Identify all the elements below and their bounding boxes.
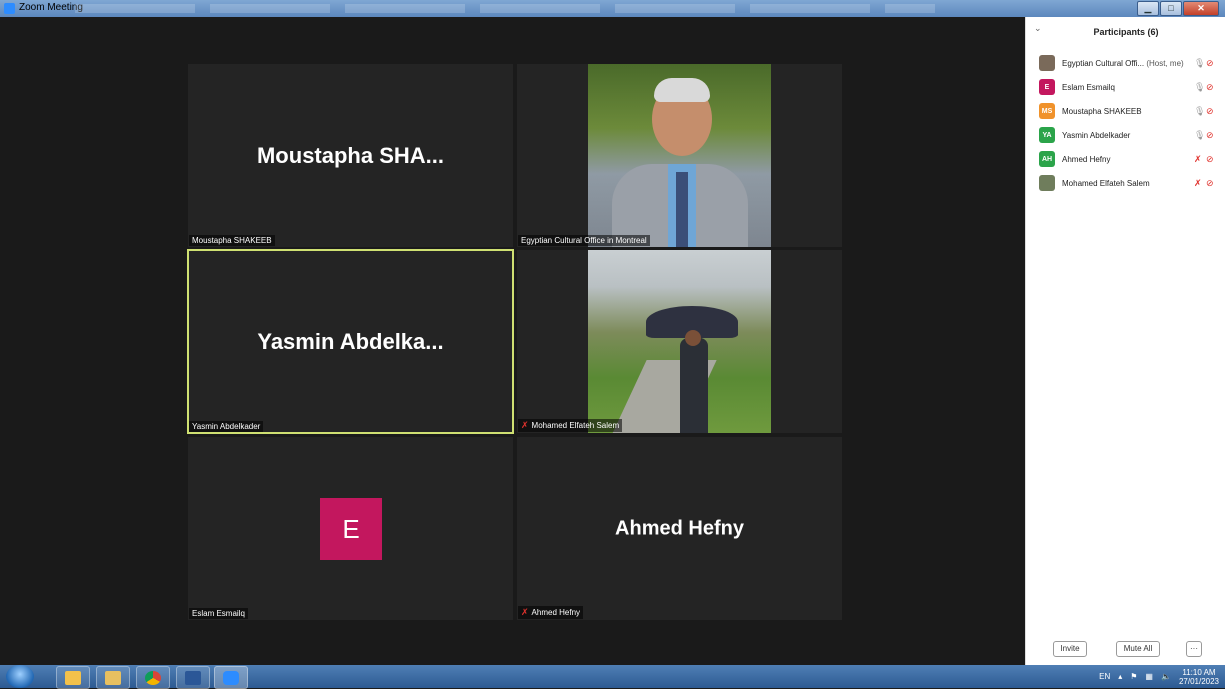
participant-video-feed (588, 250, 771, 433)
folder-icon (65, 670, 81, 685)
participants-actions: Invite Mute All ··· (1026, 641, 1225, 659)
video-off-icon[interactable]: ⊘ (1206, 130, 1214, 141)
video-off-icon[interactable]: ⊘ (1206, 154, 1214, 165)
avatar: MS (1039, 103, 1055, 119)
file-manager-icon (105, 670, 121, 685)
mic-muted-icon[interactable]: ✗ (1194, 178, 1202, 189)
participant-row[interactable]: E Eslam Esmailq 🎙 ⊘ (1026, 75, 1225, 99)
window-title: Zoom Meeting (19, 2, 83, 13)
tile-name-label: ✗ Ahmed Hefny (518, 606, 584, 619)
word-icon (185, 670, 201, 685)
video-tile-moustapha[interactable]: Moustapha SHA... Moustapha SHAKEEB (188, 64, 513, 247)
taskbar-app-chrome[interactable] (136, 666, 170, 689)
video-off-icon[interactable]: ⊘ (1206, 106, 1214, 117)
taskbar: EN ▴ ⚑ ▦ 🔈 11:10 AM 27/01/2023 (0, 665, 1225, 689)
tile-display-name: Yasmin Abdelka... (257, 328, 444, 354)
participant-name: Mohamed Elfateh Salem (1062, 178, 1150, 188)
participants-title: Participants (6) (1093, 27, 1159, 37)
avatar: E (1039, 79, 1055, 95)
video-tile-eslam[interactable]: E Eslam Esmailq (188, 437, 513, 620)
window-controls: ▁ □ ✕ (1137, 1, 1219, 16)
chrome-icon (145, 670, 161, 685)
mute-all-button[interactable]: Mute All (1116, 641, 1160, 657)
taskbar-app-word[interactable] (176, 666, 210, 689)
clock[interactable]: 11:10 AM 27/01/2023 (1179, 668, 1219, 686)
participant-name: Egyptian Cultural Offi... (1062, 58, 1145, 68)
system-tray: EN ▴ ⚑ ▦ 🔈 11:10 AM 27/01/2023 (1099, 665, 1219, 688)
participant-name: Ahmed Hefny (1062, 154, 1111, 164)
video-tile-mohamed[interactable]: ✗ Mohamed Elfateh Salem (517, 250, 842, 433)
avatar (1039, 175, 1055, 191)
language-indicator[interactable]: EN (1099, 672, 1110, 681)
video-off-icon[interactable]: ⊘ (1206, 178, 1214, 189)
participant-name: Yasmin Abdelkader (1062, 130, 1131, 140)
tray-expand-icon[interactable]: ▴ (1118, 672, 1122, 681)
participants-panel: ⌄ Participants (6) Egyptian Cultural Off… (1025, 17, 1225, 665)
volume-icon[interactable]: 🔈 (1161, 672, 1171, 681)
participant-row[interactable]: Mohamed Elfateh Salem ✗ ⊘ (1026, 171, 1225, 195)
more-options-button[interactable]: ··· (1186, 641, 1202, 657)
close-button[interactable]: ✕ (1183, 1, 1219, 16)
clock-date: 27/01/2023 (1178, 676, 1219, 686)
video-tile-egyptian-cultural-office[interactable]: Egyptian Cultural Office in Montreal (517, 64, 842, 247)
tile-name-label: Egyptian Cultural Office in Montreal (518, 235, 650, 246)
avatar: YA (1039, 127, 1055, 143)
avatar: E (320, 498, 382, 560)
mic-icon[interactable]: 🎙 (1194, 130, 1205, 141)
participant-video-feed (588, 64, 771, 247)
blurred-taskbar-tabs (75, 4, 935, 13)
minimize-button[interactable]: ▁ (1137, 1, 1159, 16)
start-button[interactable] (6, 665, 34, 688)
participant-role: (Host, me) (1144, 58, 1184, 68)
mic-icon[interactable]: 🎙 (1194, 58, 1205, 69)
participant-row[interactable]: YA Yasmin Abdelkader 🎙 ⊘ (1026, 123, 1225, 147)
participant-row[interactable]: Egyptian Cultural Offi... (Host, me) 🎙 ⊘ (1026, 51, 1225, 75)
participant-name: Eslam Esmailq (1062, 82, 1115, 92)
participant-row[interactable]: MS Moustapha SHAKEEB 🎙 ⊘ (1026, 99, 1225, 123)
zoom-app-icon (4, 3, 15, 14)
mic-icon[interactable]: 🎙 (1194, 82, 1205, 93)
zoom-icon (223, 670, 239, 685)
network-icon[interactable]: ▦ (1145, 672, 1153, 681)
participant-row[interactable]: AH Ahmed Hefny ✗ ⊘ (1026, 147, 1225, 171)
tile-name-label: ✗ Mohamed Elfateh Salem (518, 419, 623, 432)
flag-icon[interactable]: ⚑ (1130, 672, 1137, 681)
avatar: AH (1039, 151, 1055, 167)
mic-muted-icon: ✗ (521, 420, 529, 430)
video-gallery: Moustapha SHA... Moustapha SHAKEEB Egypt… (0, 17, 1025, 665)
tile-display-name: Moustapha SHA... (256, 142, 444, 168)
participant-name: Moustapha SHAKEEB (1062, 106, 1142, 116)
participants-list: Egyptian Cultural Offi... (Host, me) 🎙 ⊘… (1026, 51, 1225, 195)
video-tile-ahmed[interactable]: Ahmed Hefny ✗ Ahmed Hefny (517, 437, 842, 620)
taskbar-app-explorer[interactable] (56, 666, 90, 689)
tile-name-label: Moustapha SHAKEEB (189, 235, 275, 246)
mic-icon[interactable]: 🎙 (1194, 106, 1205, 117)
invite-button[interactable]: Invite (1053, 641, 1087, 657)
taskbar-app-files[interactable] (96, 666, 130, 689)
video-tile-yasmin-active-speaker[interactable]: Yasmin Abdelka... Yasmin Abdelkader (187, 249, 514, 434)
tile-display-name: Ahmed Hefny (615, 517, 744, 539)
clock-time: 11:10 AM (1182, 667, 1216, 677)
tile-name-label: Yasmin Abdelkader (189, 421, 264, 432)
taskbar-app-zoom[interactable] (214, 666, 248, 689)
title-bar: Zoom Meeting ▁ □ ✕ (0, 0, 1225, 17)
avatar (1039, 55, 1055, 71)
mic-muted-icon[interactable]: ✗ (1194, 154, 1202, 165)
maximize-button[interactable]: □ (1160, 1, 1182, 16)
mic-muted-icon: ✗ (521, 607, 529, 617)
video-off-icon[interactable]: ⊘ (1206, 58, 1214, 69)
video-off-icon[interactable]: ⊘ (1206, 82, 1214, 93)
tile-name-label: Eslam Esmailq (189, 608, 248, 619)
